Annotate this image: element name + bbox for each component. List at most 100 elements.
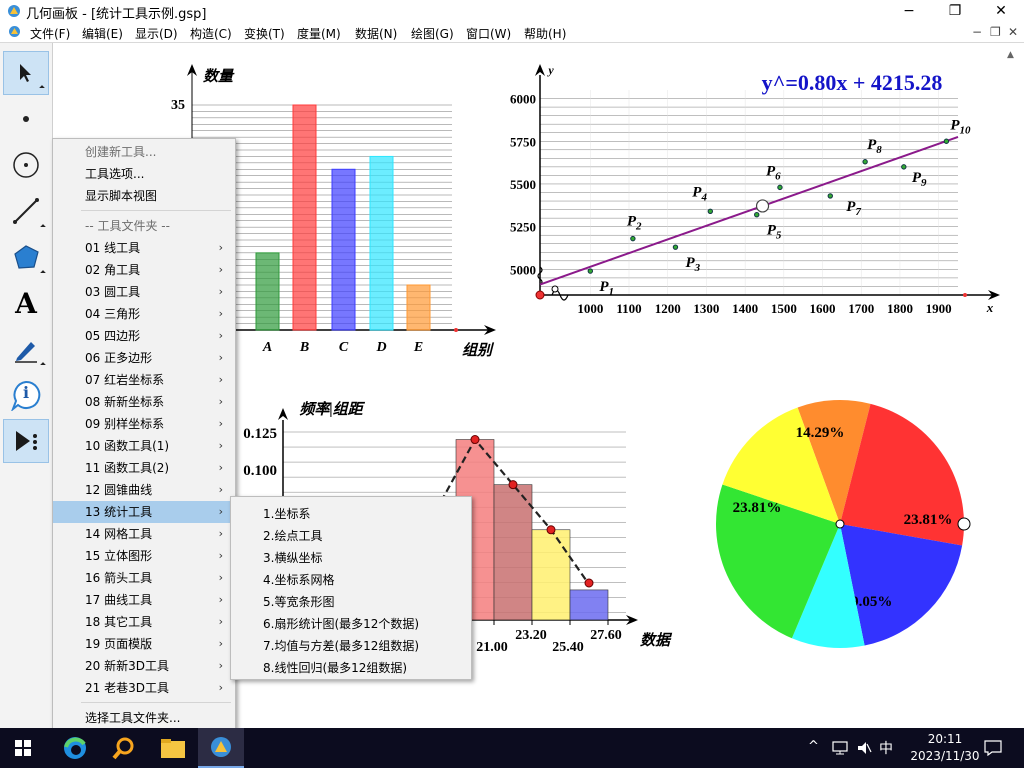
menu-number[interactable]: 数据(N) [355,25,397,42]
edge-taskbar-button[interactable] [52,728,98,768]
tool-menu-item[interactable]: 07 红岩坐标系 › [53,369,235,391]
clock-time[interactable]: 20:11 [920,732,970,746]
submenu-item[interactable]: 8.线性回归(最多12组数据) [231,657,471,679]
arrow-tool[interactable] [3,51,49,95]
y-tick-label: 0.100 [243,463,277,479]
submenu-item[interactable]: 1.坐标系 [231,503,471,525]
tool-menu-item[interactable]: 01 线工具 › [53,237,235,259]
menu-separator [81,210,231,211]
y-tick-label: 6000 [510,92,536,107]
menu-measure[interactable]: 度量(M) [297,25,341,42]
tool-menu-item[interactable]: 09 别样坐标系 › [53,413,235,435]
tool-menu-item[interactable]: 14 网格工具 › [53,523,235,545]
chevron-right-icon: › [218,285,223,298]
y-tick-label: 0.125 [243,426,277,442]
network-icon[interactable] [832,740,848,756]
menu-file[interactable]: 文件(F) [30,25,70,42]
mdi-minimize-button[interactable]: − [972,25,982,39]
mdi-close-button[interactable]: ✕ [1008,25,1018,39]
tool-menu-item[interactable]: 10 函数工具(1) › [53,435,235,457]
submenu-item[interactable]: 4.坐标系网格 [231,569,471,591]
windows-icon [15,740,31,756]
tool-menu-item-label: 工具选项... [85,167,145,181]
tray-overflow-icon[interactable]: ^ [808,739,819,754]
close-button[interactable]: ✕ [978,0,1024,22]
tool-menu-item[interactable]: 08 新新坐标系 › [53,391,235,413]
tool-menu-item[interactable]: 18 其它工具 › [53,611,235,633]
submenu-item-label: 2.绘点工具 [263,529,323,543]
tool-menu-item[interactable]: 工具选项... [53,163,235,185]
start-button[interactable] [0,728,46,768]
menu-transform[interactable]: 变换(T) [244,25,285,42]
menu-display[interactable]: 显示(D) [135,25,178,42]
chevron-right-icon: › [218,637,223,650]
clock-date[interactable]: 2023/11/30 [902,749,988,763]
marker-tool[interactable] [3,327,49,371]
marker-icon [15,342,37,363]
tool-menu-item[interactable]: 选择工具文件夹... [53,707,235,729]
tool-menu-item[interactable]: 11 函数工具(2) › [53,457,235,479]
tool-menu-item-label: 18 其它工具 [85,615,153,629]
tool-menu-item[interactable]: 显示脚本视图 [53,185,235,207]
tool-menu-item[interactable]: 12 圆锥曲线 › [53,479,235,501]
x-tick-label: 1800 [887,301,913,316]
polygon-vertex [470,435,480,445]
menu-construct[interactable]: 构造(C) [190,25,232,42]
point-tool[interactable] [3,97,49,141]
menu-help[interactable]: 帮助(H) [524,25,566,42]
point-label: P10 [950,117,971,136]
ime-indicator[interactable]: 中 [879,738,893,758]
search-taskbar-button[interactable] [100,728,146,768]
tool-menu-item[interactable]: 02 角工具 › [53,259,235,281]
chevron-right-icon: › [218,417,223,430]
point-label: P5 [767,223,782,242]
tool-menu-item-label: 10 函数工具(1) [85,439,170,453]
tool-menu-item[interactable]: 04 三角形 › [53,303,235,325]
submenu-item[interactable]: 6.扇形统计图(最多12个数据) [231,613,471,635]
taskbar: ^ 中 20:11 2023/11/30 [0,728,1024,768]
tool-menu-item[interactable]: 05 四边形 › [53,325,235,347]
tool-menu-item: 创建新工具... [53,141,235,163]
chevron-right-icon: › [218,571,223,584]
tool-menu-item-label: 12 圆锥曲线 [85,483,153,497]
maximize-button[interactable]: ❐ [932,0,978,22]
tool-menu-item[interactable]: 20 新新3D工具 › [53,655,235,677]
mdi-restore-button[interactable]: ❐ [990,25,1001,39]
tool-menu-item[interactable]: 03 圆工具 › [53,281,235,303]
submenu-item[interactable]: 5.等宽条形图 [231,591,471,613]
tool-menu-item[interactable]: 16 箭头工具 › [53,567,235,589]
text-tool[interactable]: A [3,281,49,325]
menu-window[interactable]: 窗口(W) [466,25,511,42]
bar [369,155,394,331]
tool-menu-item[interactable]: 17 曲线工具 › [53,589,235,611]
title-bar: 几何画板 - [统计工具示例.gsp] − ❐ ✕ [0,0,1024,22]
notification-icon[interactable] [984,740,1002,756]
info-tool[interactable]: i [3,373,49,417]
polygon-tool[interactable] [3,235,49,279]
gsp-taskbar-button[interactable] [198,728,244,768]
menu-edit[interactable]: 编辑(E) [82,25,123,42]
x-tick-label: 25.40 [552,640,584,655]
x-tick-label: 1700 [848,301,874,316]
tool-menu-item[interactable]: 21 老巷3D工具 › [53,677,235,699]
submenu-item[interactable]: 7.均值与方差(最多12组数据) [231,635,471,657]
volume-icon[interactable] [856,740,872,756]
explorer-taskbar-button[interactable] [150,728,196,768]
tool-menu-item-label: 08 新新坐标系 [85,395,165,409]
polygon-icon [14,245,39,269]
tool-menu-item[interactable]: 19 页面模版 › [53,633,235,655]
straightedge-tool[interactable] [3,189,49,233]
compass-tool[interactable] [3,143,49,187]
custom-tool-icon [16,431,37,451]
tool-menu-item[interactable]: 13 统计工具 › [53,501,235,523]
chevron-right-icon: › [218,615,223,628]
submenu-item[interactable]: 3.横纵坐标 [231,547,471,569]
custom-tool[interactable] [3,419,49,463]
scroll-up-icon[interactable]: ▲ [1007,50,1023,66]
submenu-item[interactable]: 2.绘点工具 [231,525,471,547]
minimize-button[interactable]: − [886,0,932,22]
tool-menu-item[interactable]: 15 立体图形 › [53,545,235,567]
bar [406,284,431,331]
menu-graph[interactable]: 绘图(G) [411,25,454,42]
tool-menu-item[interactable]: 06 正多边形 › [53,347,235,369]
